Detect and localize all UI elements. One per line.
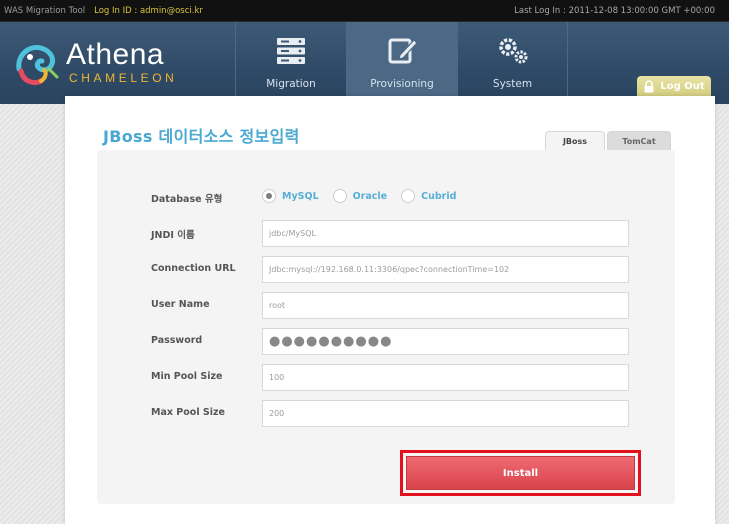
- nav-item-migration[interactable]: Migration: [235, 22, 346, 104]
- content-card: JBoss 데이터소스 정보입력 JBoss TomCat Database 유…: [65, 96, 715, 524]
- logo-name: Athena: [66, 38, 165, 71]
- edit-icon: [388, 38, 418, 64]
- datasource-form: Database 유형 MySQL Oracle Cubrid JNDI 이름 …: [97, 150, 675, 504]
- radio-label-mysql: MySQL: [282, 190, 319, 202]
- radio-dot[interactable]: [262, 189, 276, 203]
- form-row-max-pool: Max Pool Size 200: [97, 400, 675, 428]
- nav-label-provisioning: Provisioning: [370, 78, 434, 90]
- max-pool-label: Max Pool Size: [151, 407, 225, 418]
- min-pool-size-input[interactable]: 100: [262, 364, 629, 391]
- page-title: JBoss 데이터소스 정보입력: [103, 127, 300, 146]
- password-input[interactable]: ●●●●●●●●●●: [262, 328, 629, 355]
- radio-label-cubrid: Cubrid: [421, 190, 457, 202]
- form-row-password: Password ●●●●●●●●●●: [97, 328, 675, 356]
- lock-icon: [644, 80, 654, 93]
- tab-jboss[interactable]: JBoss: [545, 131, 605, 151]
- header: Athena CHAMELEON Migration Provisioning …: [0, 22, 729, 104]
- connection-url-input[interactable]: Jdbc:mysql://192.168.0.11:3306/qpec?conn…: [262, 256, 629, 283]
- max-pool-size-input[interactable]: 200: [262, 400, 629, 427]
- form-row-user-name: User Name root: [97, 292, 675, 320]
- form-row-db-type: Database 유형 MySQL Oracle Cubrid: [97, 184, 675, 212]
- main-nav: Migration Provisioning System: [235, 22, 568, 104]
- logo[interactable]: Athena CHAMELEON: [13, 38, 223, 91]
- radio-label-oracle: Oracle: [352, 190, 388, 202]
- last-login: Last Log In : 2011-12-08 13:00:00 GMT +0…: [514, 5, 715, 16]
- logo-subtitle: CHAMELEON: [69, 71, 178, 85]
- form-row-min-pool: Min Pool Size 100: [97, 364, 675, 392]
- jndi-label: JNDI 이름: [151, 230, 195, 241]
- jndi-name-input[interactable]: jdbc/MySQL: [262, 220, 629, 247]
- min-pool-label: Min Pool Size: [151, 371, 223, 382]
- gears-icon: [498, 38, 527, 64]
- password-label: Password: [151, 335, 203, 346]
- form-row-jndi: JNDI 이름 jdbc/MySQL: [97, 220, 675, 248]
- nav-label-system: System: [492, 78, 533, 90]
- connection-url-label: Connection URL: [151, 263, 236, 274]
- chameleon-logo-icon: [16, 44, 59, 86]
- nav-label-migration: Migration: [266, 78, 316, 90]
- radio-dot[interactable]: [401, 189, 416, 203]
- server-tabs: JBoss TomCat: [545, 131, 671, 151]
- user-name-input[interactable]: root: [262, 292, 629, 319]
- db-type-radio-group: MySQL Oracle Cubrid: [262, 189, 456, 203]
- install-button[interactable]: Install: [406, 456, 635, 490]
- nav-item-provisioning[interactable]: Provisioning: [346, 22, 457, 104]
- server-stack-icon: [277, 38, 305, 64]
- tab-tomcat[interactable]: TomCat: [607, 131, 671, 151]
- logout-label: Log Out: [660, 81, 705, 92]
- login-id: Log In ID : admin@osci.kr: [94, 5, 203, 16]
- radio-oracle[interactable]: Oracle: [332, 189, 388, 203]
- db-type-label: Database 유형: [151, 194, 223, 205]
- app-name: WAS Migration Tool: [4, 5, 86, 16]
- logout-button[interactable]: Log Out: [637, 76, 711, 97]
- radio-mysql[interactable]: MySQL: [262, 189, 319, 203]
- user-name-label: User Name: [151, 299, 210, 310]
- radio-cubrid[interactable]: Cubrid: [401, 189, 456, 203]
- page-background: JBoss 데이터소스 정보입력 JBoss TomCat Database 유…: [0, 96, 729, 524]
- form-row-connection-url: Connection URL Jdbc:mysql://192.168.0.11…: [97, 256, 675, 284]
- install-highlight: Install: [400, 450, 641, 496]
- radio-dot[interactable]: [332, 189, 347, 203]
- top-status-bar: WAS Migration Tool Log In ID : admin@osc…: [0, 0, 729, 22]
- nav-item-system[interactable]: System: [457, 22, 568, 104]
